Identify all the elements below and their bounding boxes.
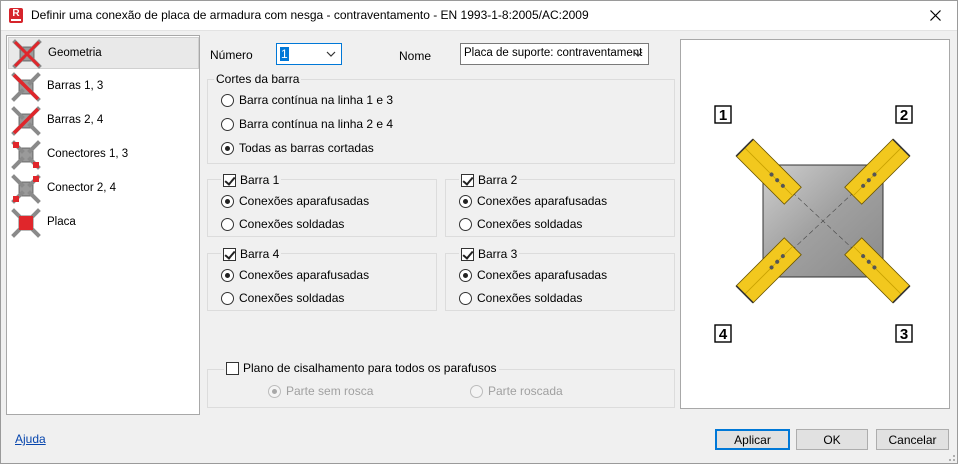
sidebar-item-placa[interactable]: Placa (8, 207, 199, 239)
numero-label: Número (210, 48, 253, 62)
shear-checkbox[interactable]: Plano de cisalhamento para todos os para… (224, 361, 499, 375)
apply-button[interactable]: Aplicar (715, 429, 790, 450)
barra-3-checkbox[interactable]: Barra 3 (459, 247, 520, 261)
chevron-down-icon (326, 51, 336, 57)
brace-connectors-icon (11, 174, 41, 204)
resize-grip-icon[interactable] (946, 452, 956, 462)
barra-3-soldadas-radio[interactable]: Conexões soldadas (459, 291, 582, 305)
sidebar-item-label: Conector 2, 4 (47, 182, 117, 194)
sidebar-item-geometria[interactable]: Geometria (8, 37, 199, 69)
barra-2-aparafusadas-radio[interactable]: Conexões aparafusadas (459, 194, 607, 208)
window-title: Definir uma conexão de placa de armadura… (31, 8, 589, 22)
brace-connectors-icon (11, 140, 41, 170)
ok-button[interactable]: OK (796, 429, 868, 450)
sidebar-item-label: Placa (47, 216, 76, 228)
cortes-group: Cortes da barra Barra contínua na linha … (207, 72, 675, 164)
sidebar-item-barras-2-4[interactable]: Barras 2, 4 (8, 105, 199, 137)
brace-bars-icon (11, 106, 41, 136)
close-icon (929, 10, 941, 21)
sidebar-item-conector-2-4[interactable]: Conector 2, 4 (8, 173, 199, 205)
barra-4-soldadas-radio[interactable]: Conexões soldadas (221, 291, 344, 305)
barra-2-group: Barra 2 Conexões aparafusadas Conexões s… (445, 173, 675, 237)
radio-dot (221, 117, 234, 131)
numero-select[interactable]: 1 (276, 43, 342, 65)
barra-4-checkbox[interactable]: Barra 4 (221, 247, 282, 261)
brace-geometry-icon (12, 39, 42, 69)
sidebar-item-conectores-1-3[interactable]: Conectores 1, 3 (8, 139, 199, 171)
barra-1-aparafusadas-radio[interactable]: Conexões aparafusadas (221, 194, 369, 208)
connection-preview: 1 2 3 4 (680, 39, 950, 409)
sidebar-item-label: Geometria (48, 47, 102, 59)
gusset-plate-diagram: 1 2 3 4 (714, 105, 913, 343)
radio-barra-continua-2-4[interactable]: Barra contínua na linha 2 e 4 (221, 117, 393, 131)
app-icon: R (9, 8, 23, 23)
cancel-button[interactable]: Cancelar (876, 429, 949, 450)
svg-text:4: 4 (719, 326, 728, 343)
radio-barra-continua-1-3[interactable]: Barra contínua na linha 1 e 3 (221, 93, 393, 107)
cortes-group-title: Cortes da barra (214, 72, 302, 86)
bar-label-1: 1 (714, 105, 732, 124)
brace-bars-icon (11, 72, 41, 102)
barra-3-aparafusadas-radio[interactable]: Conexões aparafusadas (459, 268, 607, 282)
barra-2-checkbox[interactable]: Barra 2 (459, 173, 520, 187)
barra-3-group: Barra 3 Conexões aparafusadas Conexões s… (445, 247, 675, 311)
barra-1-checkbox[interactable]: Barra 1 (221, 173, 282, 187)
radio-dot (221, 93, 234, 107)
sidebar-item-label: Barras 1, 3 (47, 80, 104, 92)
sidebar-item-label: Conectores 1, 3 (47, 148, 129, 160)
bar-label-3: 3 (895, 324, 913, 343)
svg-text:2: 2 (900, 107, 908, 124)
nome-select[interactable]: Placa de suporte: contraventament (460, 43, 649, 65)
barra-2-soldadas-radio[interactable]: Conexões soldadas (459, 217, 582, 231)
bar-label-2: 2 (895, 105, 913, 124)
title-bar: R Definir uma conexão de placa de armadu… (0, 0, 958, 31)
barra-4-group: Barra 4 Conexões aparafusadas Conexões s… (207, 247, 437, 311)
shear-sem-rosca-radio[interactable]: Parte sem rosca (268, 384, 373, 398)
close-button[interactable] (912, 0, 958, 31)
help-link[interactable]: Ajuda (15, 432, 46, 446)
svg-text:1: 1 (719, 107, 727, 124)
nome-label: Nome (399, 49, 432, 63)
shear-group: Plano de cisalhamento para todos os para… (207, 361, 675, 408)
barra-1-group: Barra 1 Conexões aparafusadas Conexões s… (207, 173, 437, 237)
sidebar: Geometria Barras 1, 3 Barras 2, 4 Conect… (6, 35, 200, 415)
plate-icon (11, 208, 41, 238)
sidebar-item-label: Barras 2, 4 (47, 114, 104, 126)
shear-roscada-radio[interactable]: Parte roscada (470, 384, 563, 398)
barra-4-aparafusadas-radio[interactable]: Conexões aparafusadas (221, 268, 369, 282)
radio-dot (221, 141, 234, 155)
sidebar-item-barras-1-3[interactable]: Barras 1, 3 (8, 71, 199, 103)
chevron-down-icon (633, 51, 643, 57)
svg-text:3: 3 (900, 326, 908, 343)
barra-1-soldadas-radio[interactable]: Conexões soldadas (221, 217, 344, 231)
radio-todas-cortadas[interactable]: Todas as barras cortadas (221, 141, 374, 155)
bar-label-4: 4 (714, 324, 732, 343)
